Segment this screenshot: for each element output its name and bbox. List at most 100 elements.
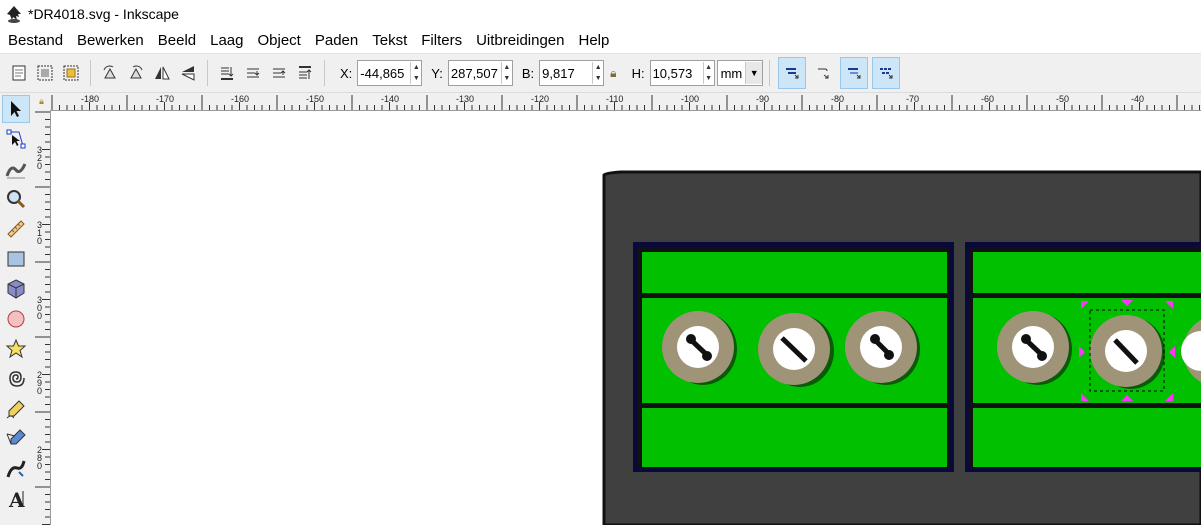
- scale-stroke-toggle[interactable]: [778, 57, 807, 89]
- title-bar: *DR4018.svg - Inkscape: [0, 0, 1201, 28]
- window-title: *DR4018.svg - Inkscape: [28, 6, 179, 22]
- ruler-label: -140: [381, 94, 400, 104]
- ruler-label: -70: [906, 94, 920, 104]
- scale-corners-toggle[interactable]: [810, 58, 836, 88]
- measure-tool-icon: [7, 220, 25, 238]
- spin-down-icon[interactable]: ▼: [502, 73, 512, 84]
- ruler-label: -50: [1056, 94, 1070, 104]
- spin-down-icon[interactable]: ▼: [704, 73, 714, 84]
- menu-filters[interactable]: Filters: [414, 28, 469, 53]
- deselect-icon[interactable]: [60, 62, 82, 84]
- x-input[interactable]: [358, 63, 411, 83]
- transform-gradients-toggle[interactable]: [840, 57, 869, 89]
- drawing-canvas[interactable]: [51, 111, 1201, 525]
- transform-patterns-toggle[interactable]: [872, 57, 901, 89]
- pen-tool-icon: [6, 429, 26, 445]
- rotate-ccw-icon[interactable]: [99, 62, 121, 84]
- flip-vertical-icon[interactable]: [177, 62, 199, 84]
- chevron-down-icon[interactable]: ▼: [745, 62, 763, 84]
- height-spinbox[interactable]: ▲▼: [649, 60, 715, 86]
- ruler-label: -130: [456, 94, 475, 104]
- selector-tool[interactable]: [2, 95, 30, 123]
- ruler-label: -80: [831, 94, 845, 104]
- menu-object[interactable]: Object: [251, 28, 308, 53]
- calligraphy-tool[interactable]: [2, 455, 30, 483]
- spin-up-icon[interactable]: ▲: [411, 62, 421, 73]
- lower-icon[interactable]: [242, 62, 264, 84]
- rotate-cw-icon[interactable]: [125, 62, 147, 84]
- width-spinbox[interactable]: ▲▼: [539, 60, 605, 86]
- ruler-label: -150: [306, 94, 325, 104]
- y-input[interactable]: [448, 63, 501, 83]
- menu-help[interactable]: Help: [571, 28, 616, 53]
- pencil-tool[interactable]: [2, 395, 30, 423]
- menu-uitbreidingen[interactable]: Uitbreidingen: [469, 28, 571, 53]
- flip-horizontal-icon[interactable]: [151, 62, 173, 84]
- menu-bewerken[interactable]: Bewerken: [70, 28, 151, 53]
- raise-to-top-icon[interactable]: [294, 62, 316, 84]
- spin-up-icon[interactable]: ▲: [593, 62, 603, 73]
- ruler-label: 280: [37, 445, 43, 471]
- spin-down-icon[interactable]: ▼: [411, 73, 421, 84]
- unit-select[interactable]: mm ▼: [716, 60, 764, 86]
- svg-text:A: A: [8, 488, 25, 510]
- drawing-content: [602, 170, 1201, 525]
- select-all-in-layer-icon[interactable]: [8, 62, 30, 84]
- select-all-icon[interactable]: [34, 62, 56, 84]
- toolbox: A: [0, 93, 32, 525]
- toolbar-separator: [90, 60, 91, 86]
- spin-down-icon[interactable]: ▼: [593, 73, 603, 84]
- width-label: B:: [521, 65, 535, 81]
- measure-tool[interactable]: [2, 215, 30, 243]
- unit-value: mm: [720, 65, 743, 81]
- toolbar-separator: [769, 60, 771, 86]
- menu-beeld[interactable]: Beeld: [151, 28, 203, 53]
- ruler-label: -120: [531, 94, 550, 104]
- inkscape-icon: [7, 6, 21, 23]
- width-input[interactable]: [540, 63, 593, 83]
- menu-laag[interactable]: Laag: [203, 28, 250, 53]
- vertical-ruler: 320 310 300 290 280: [33, 110, 51, 525]
- ruler-label: -90: [756, 94, 770, 104]
- ruler-label: -40: [1131, 94, 1145, 104]
- y-label: Y:: [431, 65, 443, 81]
- rectangle-tool[interactable]: [2, 245, 30, 273]
- spiral-tool[interactable]: [2, 365, 30, 393]
- star-tool[interactable]: [2, 335, 30, 363]
- zoom-tool[interactable]: [2, 185, 30, 213]
- lock-ratio-icon[interactable]: 🔒︎: [610, 66, 616, 81]
- ruler-label: 320: [37, 145, 43, 171]
- selector-tool-icon: [11, 101, 21, 117]
- node-tool[interactable]: [2, 125, 30, 153]
- transform-patterns-icon: [880, 68, 893, 79]
- text-tool[interactable]: A: [2, 485, 30, 513]
- star-tool-icon: [5, 338, 27, 359]
- spin-up-icon[interactable]: ▲: [704, 62, 714, 73]
- menu-bestand[interactable]: Bestand: [0, 28, 70, 53]
- scale-corners-icon: [818, 68, 829, 79]
- ruler-label: -100: [681, 94, 700, 104]
- 3d-box-tool[interactable]: [2, 275, 30, 303]
- y-spinbox[interactable]: ▲▼: [447, 60, 513, 86]
- raise-icon[interactable]: [268, 62, 290, 84]
- spin-up-icon[interactable]: ▲: [502, 62, 512, 73]
- ellipse-tool[interactable]: [2, 305, 30, 333]
- ruler-label: -160: [231, 94, 250, 104]
- pen-tool[interactable]: [2, 425, 30, 453]
- x-spinbox[interactable]: ▲▼: [357, 60, 423, 86]
- menu-tekst[interactable]: Tekst: [365, 28, 414, 53]
- horizontal-ruler-ticks: [51, 95, 1200, 110]
- lower-to-bottom-icon[interactable]: [216, 62, 238, 84]
- transform-gradients-icon: [848, 68, 861, 79]
- tweak-tool-icon: [5, 163, 27, 179]
- ruler-label: 300: [37, 295, 43, 321]
- guide-lock-icon[interactable]: 🔒︎: [33, 93, 50, 110]
- spiral-tool-icon: [9, 371, 25, 387]
- height-input[interactable]: [650, 63, 703, 83]
- menu-paden[interactable]: Paden: [308, 28, 365, 53]
- ruler-label: -170: [156, 94, 175, 104]
- rectangle-tool-icon: [7, 251, 25, 267]
- tweak-tool[interactable]: [2, 155, 30, 183]
- ellipse-tool-icon: [7, 310, 25, 328]
- pencil-tool-icon: [6, 400, 25, 419]
